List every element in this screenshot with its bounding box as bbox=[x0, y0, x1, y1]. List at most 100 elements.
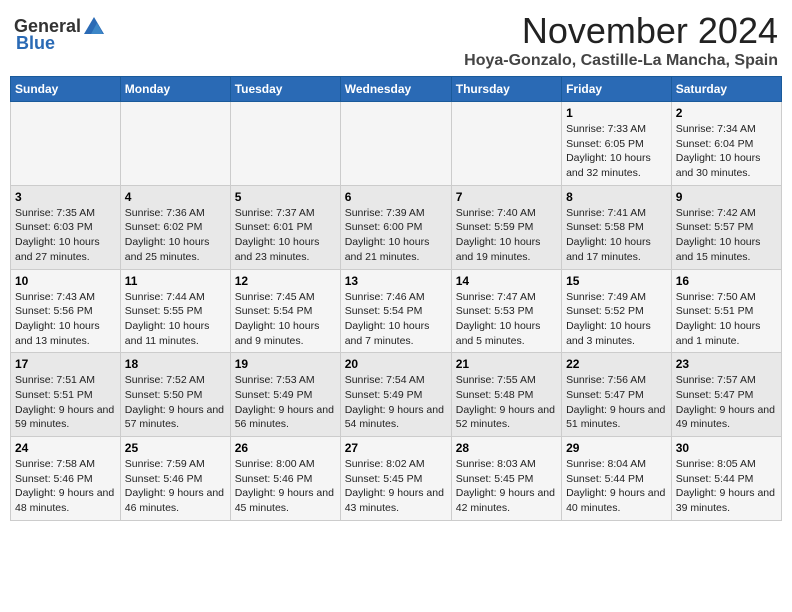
day-info: Sunrise: 7:58 AM Sunset: 5:46 PM Dayligh… bbox=[15, 457, 116, 516]
calendar-cell: 22 Sunrise: 7:56 AM Sunset: 5:47 PM Dayli… bbox=[562, 353, 672, 437]
day-number: 29 bbox=[566, 441, 667, 455]
day-number: 17 bbox=[15, 357, 116, 371]
calendar-cell: 12 Sunrise: 7:45 AM Sunset: 5:54 PM Dayli… bbox=[230, 269, 340, 353]
title-block: November 2024 Hoya-Gonzalo, Castille-La … bbox=[464, 10, 778, 70]
day-info: Sunrise: 7:44 AM Sunset: 5:55 PM Dayligh… bbox=[125, 290, 226, 349]
calendar-week-row: 17 Sunrise: 7:51 AM Sunset: 5:51 PM Dayli… bbox=[11, 353, 782, 437]
weekday-header-saturday: Saturday bbox=[671, 77, 781, 102]
day-info: Sunrise: 8:00 AM Sunset: 5:46 PM Dayligh… bbox=[235, 457, 336, 516]
day-info: Sunrise: 7:35 AM Sunset: 6:03 PM Dayligh… bbox=[15, 206, 116, 265]
weekday-header-thursday: Thursday bbox=[451, 77, 561, 102]
day-info: Sunrise: 7:51 AM Sunset: 5:51 PM Dayligh… bbox=[15, 373, 116, 432]
logo-blue-text: Blue bbox=[16, 33, 55, 54]
day-number: 22 bbox=[566, 357, 667, 371]
calendar-cell: 21 Sunrise: 7:55 AM Sunset: 5:48 PM Dayli… bbox=[451, 353, 561, 437]
weekday-header-row: SundayMondayTuesdayWednesdayThursdayFrid… bbox=[11, 77, 782, 102]
day-number: 15 bbox=[566, 274, 667, 288]
day-info: Sunrise: 7:36 AM Sunset: 6:02 PM Dayligh… bbox=[125, 206, 226, 265]
day-number: 26 bbox=[235, 441, 336, 455]
day-number: 2 bbox=[676, 106, 777, 120]
calendar-cell: 16Sunrise: 7:50 AM Sunset: 5:51 PM Dayli… bbox=[671, 269, 781, 353]
calendar-week-row: 1 Sunrise: 7:33 AM Sunset: 6:05 PM Daylig… bbox=[11, 102, 782, 186]
calendar-table: SundayMondayTuesdayWednesdayThursdayFrid… bbox=[10, 76, 782, 521]
day-number: 3 bbox=[15, 190, 116, 204]
day-info: Sunrise: 7:34 AM Sunset: 6:04 PM Dayligh… bbox=[676, 122, 777, 181]
calendar-cell: 17 Sunrise: 7:51 AM Sunset: 5:51 PM Dayli… bbox=[11, 353, 121, 437]
day-number: 10 bbox=[15, 274, 116, 288]
calendar-cell: 8 Sunrise: 7:41 AM Sunset: 5:58 PM Daylig… bbox=[562, 185, 672, 269]
day-info: Sunrise: 7:40 AM Sunset: 5:59 PM Dayligh… bbox=[456, 206, 557, 265]
day-info: Sunrise: 7:47 AM Sunset: 5:53 PM Dayligh… bbox=[456, 290, 557, 349]
day-number: 1 bbox=[566, 106, 667, 120]
day-number: 7 bbox=[456, 190, 557, 204]
day-number: 8 bbox=[566, 190, 667, 204]
day-number: 13 bbox=[345, 274, 447, 288]
day-info: Sunrise: 7:59 AM Sunset: 5:46 PM Dayligh… bbox=[125, 457, 226, 516]
calendar-cell: 9 Sunrise: 7:42 AM Sunset: 5:57 PM Daylig… bbox=[671, 185, 781, 269]
day-number: 11 bbox=[125, 274, 226, 288]
calendar-cell: 23 Sunrise: 7:57 AM Sunset: 5:47 PM Dayli… bbox=[671, 353, 781, 437]
day-info: Sunrise: 8:04 AM Sunset: 5:44 PM Dayligh… bbox=[566, 457, 667, 516]
day-number: 30 bbox=[676, 441, 777, 455]
calendar-cell: 10Sunrise: 7:43 AM Sunset: 5:56 PM Dayli… bbox=[11, 269, 121, 353]
calendar-cell bbox=[230, 102, 340, 186]
logo-icon bbox=[83, 16, 105, 36]
calendar-cell bbox=[451, 102, 561, 186]
calendar-week-row: 10Sunrise: 7:43 AM Sunset: 5:56 PM Dayli… bbox=[11, 269, 782, 353]
day-info: Sunrise: 8:02 AM Sunset: 5:45 PM Dayligh… bbox=[345, 457, 447, 516]
day-number: 23 bbox=[676, 357, 777, 371]
day-number: 9 bbox=[676, 190, 777, 204]
day-number: 19 bbox=[235, 357, 336, 371]
day-number: 5 bbox=[235, 190, 336, 204]
day-info: Sunrise: 7:54 AM Sunset: 5:49 PM Dayligh… bbox=[345, 373, 447, 432]
day-number: 25 bbox=[125, 441, 226, 455]
day-number: 20 bbox=[345, 357, 447, 371]
calendar-cell: 6 Sunrise: 7:39 AM Sunset: 6:00 PM Daylig… bbox=[340, 185, 451, 269]
calendar-cell bbox=[11, 102, 121, 186]
day-number: 21 bbox=[456, 357, 557, 371]
weekday-header-friday: Friday bbox=[562, 77, 672, 102]
calendar-cell: 27Sunrise: 8:02 AM Sunset: 5:45 PM Dayli… bbox=[340, 437, 451, 521]
day-info: Sunrise: 7:37 AM Sunset: 6:01 PM Dayligh… bbox=[235, 206, 336, 265]
day-info: Sunrise: 8:03 AM Sunset: 5:45 PM Dayligh… bbox=[456, 457, 557, 516]
calendar-cell: 5 Sunrise: 7:37 AM Sunset: 6:01 PM Daylig… bbox=[230, 185, 340, 269]
location-title: Hoya-Gonzalo, Castille-La Mancha, Spain bbox=[464, 52, 778, 70]
day-info: Sunrise: 7:41 AM Sunset: 5:58 PM Dayligh… bbox=[566, 206, 667, 265]
calendar-cell: 3 Sunrise: 7:35 AM Sunset: 6:03 PM Daylig… bbox=[11, 185, 121, 269]
calendar-cell bbox=[340, 102, 451, 186]
calendar-cell bbox=[120, 102, 230, 186]
page-header: General Blue November 2024 Hoya-Gonzalo,… bbox=[10, 10, 782, 70]
calendar-week-row: 3 Sunrise: 7:35 AM Sunset: 6:03 PM Daylig… bbox=[11, 185, 782, 269]
day-info: Sunrise: 7:45 AM Sunset: 5:54 PM Dayligh… bbox=[235, 290, 336, 349]
calendar-cell: 4 Sunrise: 7:36 AM Sunset: 6:02 PM Daylig… bbox=[120, 185, 230, 269]
calendar-cell: 2 Sunrise: 7:34 AM Sunset: 6:04 PM Daylig… bbox=[671, 102, 781, 186]
calendar-cell: 24 Sunrise: 7:58 AM Sunset: 5:46 PM Dayli… bbox=[11, 437, 121, 521]
day-number: 6 bbox=[345, 190, 447, 204]
day-info: Sunrise: 7:57 AM Sunset: 5:47 PM Dayligh… bbox=[676, 373, 777, 432]
calendar-cell: 14 Sunrise: 7:47 AM Sunset: 5:53 PM Dayli… bbox=[451, 269, 561, 353]
day-info: Sunrise: 7:55 AM Sunset: 5:48 PM Dayligh… bbox=[456, 373, 557, 432]
day-info: Sunrise: 7:39 AM Sunset: 6:00 PM Dayligh… bbox=[345, 206, 447, 265]
day-info: Sunrise: 7:33 AM Sunset: 6:05 PM Dayligh… bbox=[566, 122, 667, 181]
calendar-cell: 29 Sunrise: 8:04 AM Sunset: 5:44 PM Dayli… bbox=[562, 437, 672, 521]
day-number: 12 bbox=[235, 274, 336, 288]
calendar-cell: 20 Sunrise: 7:54 AM Sunset: 5:49 PM Dayli… bbox=[340, 353, 451, 437]
weekday-header-wednesday: Wednesday bbox=[340, 77, 451, 102]
calendar-cell: 1 Sunrise: 7:33 AM Sunset: 6:05 PM Daylig… bbox=[562, 102, 672, 186]
calendar-cell: 11 Sunrise: 7:44 AM Sunset: 5:55 PM Dayli… bbox=[120, 269, 230, 353]
month-title: November 2024 bbox=[464, 10, 778, 52]
day-number: 24 bbox=[15, 441, 116, 455]
day-info: Sunrise: 7:53 AM Sunset: 5:49 PM Dayligh… bbox=[235, 373, 336, 432]
weekday-header-sunday: Sunday bbox=[11, 77, 121, 102]
day-info: Sunrise: 8:05 AM Sunset: 5:44 PM Dayligh… bbox=[676, 457, 777, 516]
calendar-cell: 15Sunrise: 7:49 AM Sunset: 5:52 PM Dayli… bbox=[562, 269, 672, 353]
day-info: Sunrise: 7:56 AM Sunset: 5:47 PM Dayligh… bbox=[566, 373, 667, 432]
day-info: Sunrise: 7:50 AM Sunset: 5:51 PM Dayligh… bbox=[676, 290, 777, 349]
day-number: 14 bbox=[456, 274, 557, 288]
weekday-header-tuesday: Tuesday bbox=[230, 77, 340, 102]
calendar-cell: 13Sunrise: 7:46 AM Sunset: 5:54 PM Dayli… bbox=[340, 269, 451, 353]
calendar-cell: 7 Sunrise: 7:40 AM Sunset: 5:59 PM Daylig… bbox=[451, 185, 561, 269]
day-info: Sunrise: 7:42 AM Sunset: 5:57 PM Dayligh… bbox=[676, 206, 777, 265]
day-number: 18 bbox=[125, 357, 226, 371]
day-number: 4 bbox=[125, 190, 226, 204]
